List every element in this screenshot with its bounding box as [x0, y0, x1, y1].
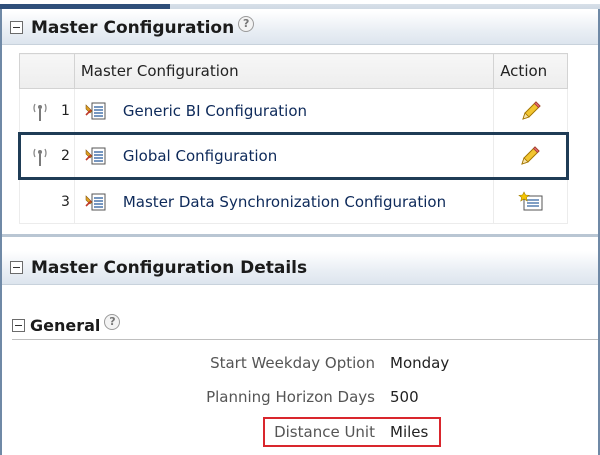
field-label: Start Weekday Option — [210, 354, 375, 372]
row-index-cell: 2 — [18, 132, 75, 180]
field-start-weekday-option: Start Weekday Option Monday — [0, 354, 600, 376]
column-header-action[interactable]: Action — [493, 53, 568, 89]
antenna-icon — [33, 148, 47, 166]
configuration-name[interactable]: Master Data Synchronization Configuratio… — [123, 193, 446, 211]
collapse-icon[interactable] — [10, 21, 23, 34]
master-configuration-title: Master Configuration — [31, 17, 235, 38]
master-configuration-details-header: Master Configuration Details — [2, 251, 598, 285]
field-planning-horizon-days: Planning Horizon Days 500 — [0, 388, 600, 410]
section-divider — [12, 339, 598, 340]
antenna-icon — [33, 103, 47, 121]
field-label: Planning Horizon Days — [206, 388, 375, 406]
general-section-title: General — [30, 316, 101, 335]
row-index: 1 — [60, 102, 70, 119]
configuration-document-icon — [85, 147, 106, 165]
table-row[interactable]: 1 Generic BI Configuration — [19, 88, 568, 134]
table-header-row: Master Configuration Action — [19, 53, 568, 89]
field-value: Monday — [390, 354, 450, 372]
row-index: 2 — [60, 148, 70, 164]
row-index: 3 — [60, 193, 70, 210]
master-configuration-header: Master Configuration ? — [2, 11, 598, 45]
pencil-edit-icon[interactable] — [518, 144, 542, 168]
row-name-cell[interactable]: Generic BI Configuration — [73, 88, 495, 134]
row-action-cell[interactable] — [493, 178, 568, 224]
active-tab-indicator — [0, 4, 170, 9]
master-configuration-details-title: Master Configuration Details — [31, 257, 308, 278]
table-row-selected[interactable]: 2 Global Configuration — [18, 132, 569, 180]
column-header-master-configuration[interactable]: Master Configuration — [73, 53, 495, 89]
configuration-document-icon — [85, 193, 106, 210]
collapse-icon[interactable] — [12, 319, 25, 332]
top-strip — [0, 0, 600, 9]
collapse-icon[interactable] — [10, 261, 23, 274]
row-action-cell[interactable] — [493, 88, 568, 134]
row-action-cell[interactable] — [493, 132, 569, 180]
field-value: 500 — [390, 388, 419, 406]
highlight-box — [263, 417, 441, 447]
section-separator — [2, 234, 598, 237]
row-index-cell: 1 — [19, 88, 75, 134]
row-name-cell[interactable]: Global Configuration — [73, 132, 495, 180]
help-icon[interactable]: ? — [238, 15, 255, 32]
general-section-header: General ? — [12, 313, 121, 335]
add-record-icon[interactable] — [517, 190, 544, 213]
configuration-document-icon — [85, 102, 106, 119]
configuration-name[interactable]: Generic BI Configuration — [123, 102, 307, 120]
row-name-cell[interactable]: Master Data Synchronization Configuratio… — [73, 178, 495, 224]
help-icon[interactable]: ? — [104, 313, 121, 330]
row-index-cell: 3 — [19, 178, 75, 224]
configuration-name[interactable]: Global Configuration — [123, 147, 277, 165]
table-row[interactable]: 3 Master Data Synchronization Configurat… — [19, 178, 568, 224]
index-column-header — [19, 53, 75, 89]
pencil-edit-icon[interactable] — [519, 99, 543, 123]
master-configuration-table: Master Configuration Action 1 Generic BI… — [18, 53, 569, 224]
